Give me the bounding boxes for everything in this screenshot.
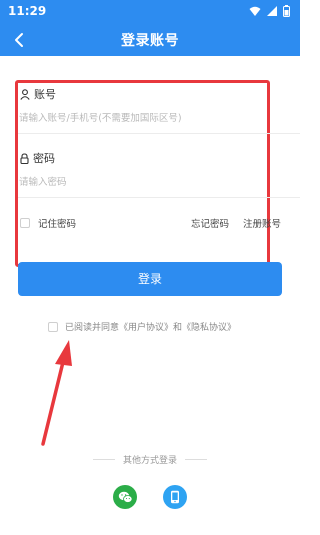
user-icon <box>20 88 30 100</box>
agreement-row[interactable]: 已阅读并同意《用户协议》和《隐私协议》 <box>48 320 236 333</box>
agreement-text: 已阅读并同意《用户协议》和《隐私协议》 <box>65 323 237 333</box>
agreement-checkbox[interactable] <box>48 321 58 332</box>
remember-checkbox[interactable] <box>20 218 30 228</box>
remember-label: 记住密码 <box>38 219 77 230</box>
phone-login-button[interactable] <box>163 485 187 509</box>
status-bar: 11:29 <box>0 0 300 24</box>
wechat-icon <box>118 491 133 503</box>
other-login-label: 其他方式登录 <box>122 456 177 466</box>
page-title: 登录账号 <box>121 33 179 49</box>
battery-icon <box>283 5 290 17</box>
remember-password[interactable]: 记住密码 <box>20 216 76 230</box>
annotation-arrow-icon <box>41 340 72 446</box>
password-divider <box>18 197 300 198</box>
account-label-row: 账号 <box>20 86 56 102</box>
divider-line-left <box>92 459 115 460</box>
nav-bar: 登录账号 <box>0 24 300 56</box>
divider-line-right <box>185 459 207 460</box>
signal-icon <box>267 5 277 16</box>
login-button[interactable]: 登录 <box>18 262 282 296</box>
forgot-password-link[interactable]: 忘记密码 <box>191 216 229 230</box>
system-icons <box>249 5 290 17</box>
lock-icon <box>20 152 29 164</box>
other-login-divider: 其他方式登录 <box>0 453 300 466</box>
password-input[interactable] <box>19 172 281 192</box>
password-label-row: 密码 <box>20 150 55 166</box>
register-account-link[interactable]: 注册账号 <box>243 216 281 230</box>
phone-icon <box>171 490 179 504</box>
password-label: 密码 <box>33 152 55 165</box>
account-input[interactable] <box>19 108 281 128</box>
wechat-login-button[interactable] <box>113 485 137 509</box>
status-time: 11:29 <box>8 4 47 18</box>
account-divider <box>18 133 300 134</box>
wifi-icon <box>249 6 261 16</box>
account-label: 账号 <box>34 88 56 101</box>
